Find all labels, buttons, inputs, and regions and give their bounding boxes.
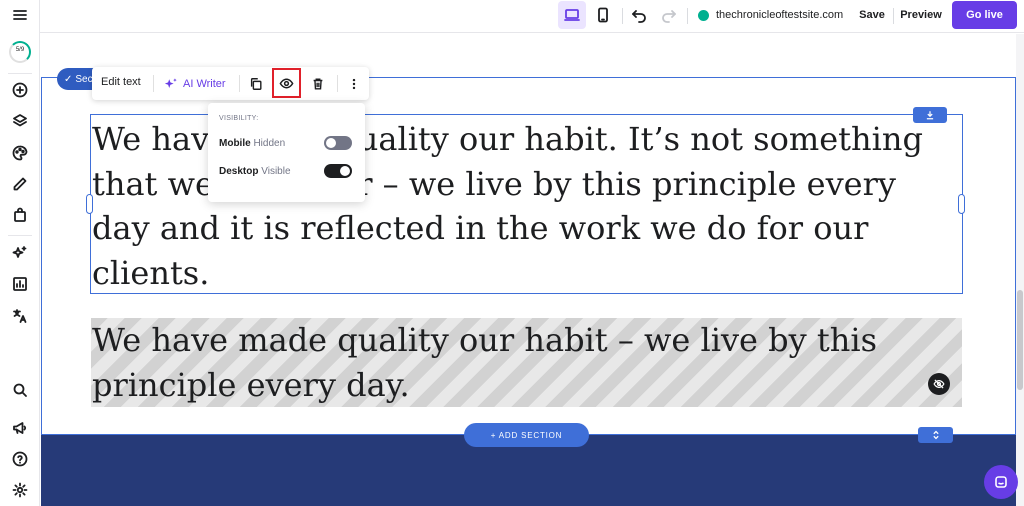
add-element-button[interactable] (10, 80, 30, 100)
paragraph-2-line: We have made quality our habit – we live… (92, 321, 877, 359)
text-toolbar: Edit text AI Writer (92, 67, 369, 100)
resize-handle-right[interactable] (958, 194, 965, 214)
trash-icon (313, 77, 323, 90)
mobile-view-button[interactable] (590, 0, 616, 30)
toolbar-divider (622, 8, 623, 24)
store-button[interactable] (10, 205, 30, 225)
edit-text-button[interactable]: Edit text (101, 76, 141, 88)
hidden-indicator[interactable] (928, 373, 950, 395)
undo-button[interactable] (627, 0, 651, 30)
help-button[interactable] (10, 449, 30, 469)
ai-writer-label: AI Writer (183, 77, 226, 90)
menu-icon (13, 10, 27, 20)
visibility-heading: VISIBILITY: (219, 115, 259, 122)
translate-button[interactable] (10, 306, 30, 326)
visibility-row-mobile: Mobile Hidden (219, 138, 285, 149)
ai-tools-button[interactable] (10, 243, 30, 263)
toolbar-divider (687, 8, 688, 24)
more-options-button[interactable] (346, 75, 362, 92)
store-icon (14, 207, 26, 222)
paragraph-2-line: principle every day. (92, 365, 410, 404)
layers-button[interactable] (10, 111, 30, 131)
marketing-button[interactable] (10, 418, 30, 438)
blog-button[interactable] (10, 174, 30, 194)
delete-button[interactable] (309, 75, 327, 92)
settings-icon (12, 482, 28, 498)
download-icon (926, 111, 934, 120)
desktop-icon (564, 9, 580, 21)
help-icon (12, 451, 28, 467)
add-section-button[interactable]: + ADD SECTION (464, 423, 589, 447)
toolbar-divider (153, 75, 154, 92)
progress-ring[interactable]: 5/9 (9, 41, 31, 63)
more-vertical-icon (352, 78, 356, 89)
editor-canvas: ✓ Sec We have made quality our habit. It… (41, 34, 1016, 506)
visibility-popup: VISIBILITY: Mobile Hidden Desktop Visibl… (208, 103, 365, 202)
palette-icon (12, 145, 28, 161)
move-down-button[interactable] (913, 107, 947, 123)
redo-button[interactable] (657, 0, 681, 30)
layers-icon (13, 114, 27, 127)
top-bar: thechronicleoftestsite.com Save Preview … (0, 0, 1024, 33)
pen-icon (13, 177, 27, 191)
toggle-knob (326, 138, 336, 148)
sidebar-divider (8, 235, 32, 236)
toolbar-divider (893, 8, 894, 24)
menu-button[interactable] (10, 5, 30, 25)
search-icon (13, 383, 27, 397)
chat-icon (995, 476, 1007, 488)
eye-icon (279, 78, 294, 88)
mobile-visibility-toggle[interactable] (324, 136, 352, 150)
analytics-button[interactable] (10, 274, 30, 294)
scrollbar-thumb[interactable] (1017, 290, 1023, 390)
desktop-view-button[interactable] (558, 1, 586, 29)
visibility-state-label: Visible (261, 166, 291, 177)
undo-icon (632, 10, 646, 23)
hidden-text-block[interactable]: We have made quality our habit – we live… (91, 318, 962, 407)
desktop-visibility-toggle[interactable] (324, 164, 352, 178)
visibility-row-desktop: Desktop Visible (219, 166, 291, 177)
add-icon (12, 82, 28, 98)
ai-writer-button[interactable]: AI Writer (164, 75, 226, 92)
visibility-device-label: Desktop (219, 166, 259, 177)
mobile-icon (598, 7, 608, 23)
checkmark-icon: ✓ (64, 73, 73, 85)
progress-label: 5/9 (15, 47, 25, 53)
paragraph-1-line: day and it is reflected in the work we d… (92, 209, 869, 247)
translate-icon (13, 309, 27, 323)
duplicate-icon (250, 77, 262, 90)
visibility-button[interactable] (272, 68, 301, 98)
site-url[interactable]: thechronicleoftestsite.com (716, 0, 846, 30)
analytics-icon (13, 277, 27, 291)
resize-handle-left[interactable] (86, 194, 93, 214)
toolbar-divider (239, 75, 240, 92)
ai-sparkle-icon (164, 77, 177, 88)
scrollbar-track[interactable] (1016, 34, 1024, 506)
search-button[interactable] (10, 380, 30, 400)
styles-button[interactable] (10, 143, 30, 163)
redo-icon (662, 10, 676, 23)
left-sidebar: 5/9 (0, 0, 40, 506)
eye-off-icon (933, 379, 945, 389)
chevron-up-down-icon (932, 430, 939, 440)
settings-button[interactable] (10, 480, 30, 500)
reorder-section-button[interactable] (918, 427, 953, 443)
site-status-dot (698, 10, 709, 21)
chat-launcher[interactable] (984, 465, 1018, 499)
paragraph-1-line: clients. (92, 253, 210, 292)
go-live-button[interactable]: Go live (952, 1, 1017, 29)
toggle-knob (340, 166, 350, 176)
visibility-state-label: Hidden (253, 138, 286, 149)
megaphone-icon (13, 422, 27, 434)
visibility-device-label: Mobile (219, 138, 251, 149)
save-button[interactable]: Save (854, 0, 890, 30)
ai-sparkle-icon (12, 246, 27, 258)
sidebar-divider (8, 73, 32, 74)
duplicate-button[interactable] (247, 75, 265, 92)
section-badge-label: Sec (75, 73, 93, 85)
toolbar-divider (337, 75, 338, 92)
preview-button[interactable]: Preview (897, 0, 945, 30)
paragraph-2[interactable]: We have made quality our habit – we live… (92, 318, 952, 407)
